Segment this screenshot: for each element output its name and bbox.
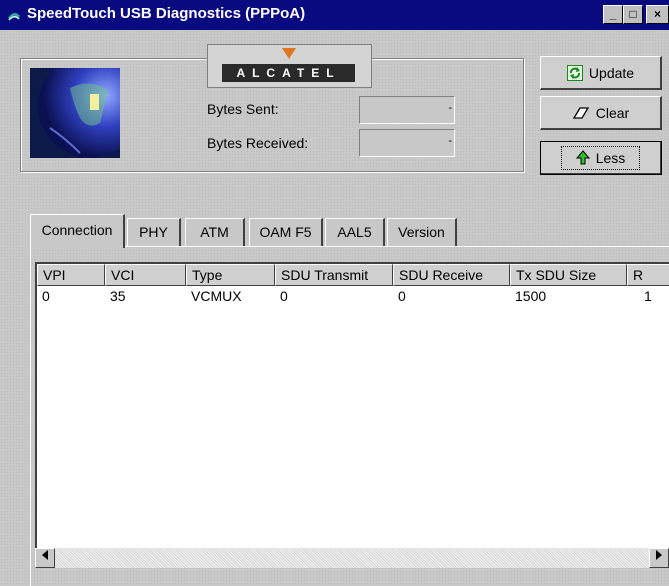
arrow-right-icon — [656, 550, 662, 560]
column-header-sdu-transmit[interactable]: SDU Transmit — [275, 264, 393, 286]
cell-sdu-receive: 0 — [398, 288, 406, 304]
cell-vci: 35 — [110, 288, 126, 304]
minimize-button[interactable]: _ — [603, 5, 623, 24]
column-header-type[interactable]: Type — [186, 264, 275, 286]
tab-oam-f5[interactable]: OAM F5 — [249, 218, 323, 246]
logo-text: ALCATEL — [222, 64, 355, 82]
bytes-sent-field: - — [359, 96, 455, 124]
minimize-icon: _ — [609, 7, 617, 21]
scroll-left-button[interactable] — [35, 548, 55, 568]
title-bar[interactable]: SpeedTouch USB Diagnostics (PPPoA) _ □ × — [0, 0, 669, 30]
refresh-icon — [566, 64, 583, 81]
close-icon: × — [653, 7, 661, 21]
connection-table[interactable]: VPI VCI Type SDU Transmit SDU Receive Tx… — [35, 262, 669, 568]
less-label: Less — [595, 149, 626, 166]
cell-rx: 1 — [644, 288, 652, 304]
arrow-left-icon — [42, 550, 48, 560]
update-label: Update — [588, 64, 635, 81]
bytes-received-value: - — [448, 135, 452, 147]
maximize-button[interactable]: □ — [623, 5, 643, 24]
tab-connection[interactable]: Connection — [30, 214, 125, 248]
bytes-sent-label: Bytes Sent: — [207, 101, 279, 117]
bytes-received-field: - — [359, 129, 455, 157]
cell-tx-sdu-size: 1500 — [515, 288, 547, 304]
tab-aal5[interactable]: AAL5 — [325, 218, 385, 246]
diagnostics-window: SpeedTouch USB Diagnostics (PPPoA) _ □ ×… — [0, 0, 669, 586]
globe-image — [30, 68, 120, 158]
cell-vpi: 0 — [42, 288, 50, 304]
up-arrow-icon — [575, 150, 590, 165]
cell-sdu-transmit: 0 — [280, 288, 288, 304]
column-header-sdu-receive[interactable]: SDU Receive — [393, 264, 510, 286]
clear-button[interactable]: Clear — [540, 96, 662, 130]
column-header-tx-sdu-size[interactable]: Tx SDU Size — [510, 264, 627, 286]
logo-triangle-icon — [282, 48, 296, 59]
bytes-received-label: Bytes Received: — [207, 135, 309, 151]
tab-atm[interactable]: ATM — [185, 218, 245, 246]
less-button-focus: Less — [560, 145, 641, 170]
tab-version[interactable]: Version — [387, 218, 457, 246]
bytes-sent-value: - — [448, 102, 452, 114]
less-button[interactable]: Less — [540, 141, 662, 175]
column-header-rx[interactable]: R — [627, 264, 669, 286]
column-header-vpi[interactable]: VPI — [37, 264, 105, 286]
eraser-icon — [572, 106, 589, 119]
close-button[interactable]: × — [646, 5, 669, 24]
horizontal-scrollbar[interactable] — [35, 548, 669, 568]
update-button[interactable]: Update — [540, 56, 662, 90]
alcatel-logo: ALCATEL — [207, 44, 372, 88]
app-icon — [8, 12, 20, 21]
clear-label: Clear — [595, 104, 630, 121]
tab-phy[interactable]: PHY — [127, 218, 181, 246]
window-title: SpeedTouch USB Diagnostics (PPPoA) — [27, 5, 306, 22]
maximize-icon: □ — [629, 7, 637, 21]
cell-type: VCMUX — [191, 288, 242, 304]
scroll-right-button[interactable] — [649, 548, 669, 568]
column-header-vci[interactable]: VCI — [105, 264, 186, 286]
